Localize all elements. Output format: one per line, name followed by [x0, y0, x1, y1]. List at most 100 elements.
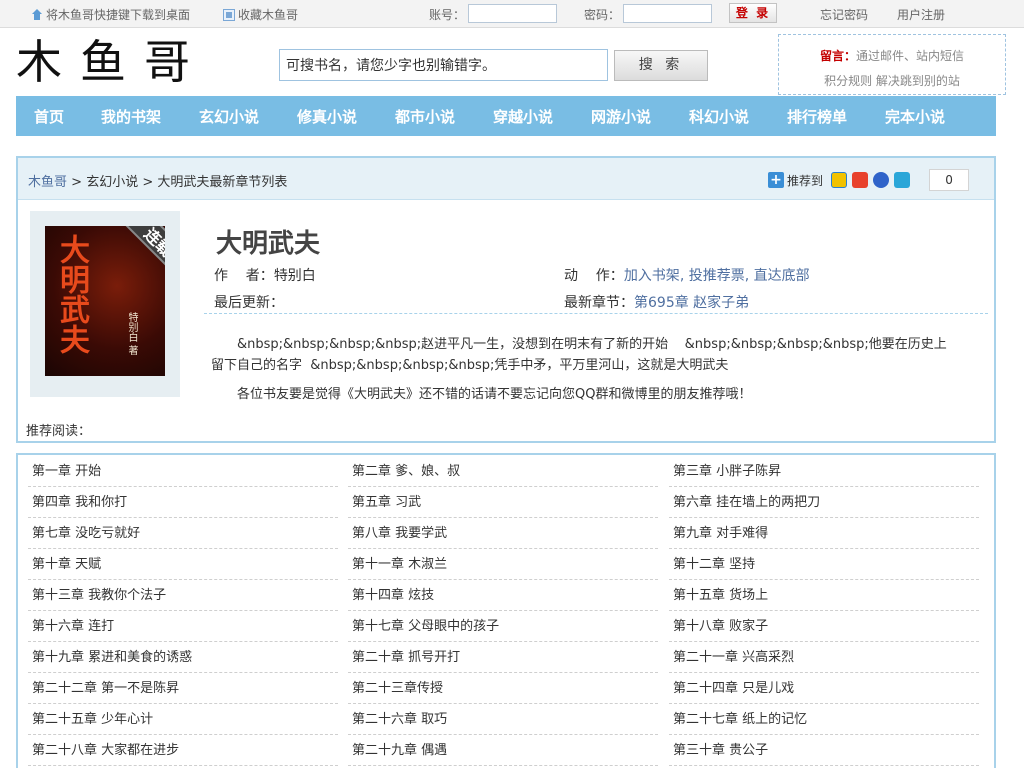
breadcrumb-separator: > — [138, 175, 158, 190]
chapter-link[interactable]: 第八章 我要学武 — [348, 518, 658, 549]
chapter-list: 第一章 开始 第二章 爹、娘、叔 第三章 小胖子陈昇第四章 我和你打 第五章 习武 第六… — [16, 453, 996, 768]
nav-item-home[interactable]: 首页 — [16, 96, 82, 136]
chapter-link[interactable]: 第二十二章 第一不是陈昇 — [28, 673, 338, 704]
nav-item-completed[interactable]: 完本小说 — [866, 96, 964, 136]
chapter-link[interactable]: 第二十九章 偶遇 — [348, 735, 658, 766]
chapter-link[interactable]: 第二十章 抓号开打 — [348, 642, 658, 673]
share-plus-icon[interactable]: + — [768, 172, 784, 188]
shortcut-label: 将木鱼哥快捷键下载到桌面 — [46, 8, 191, 22]
author-name: 特别白 — [273, 268, 316, 284]
nav-item-xuanhuan[interactable]: 玄幻小说 — [180, 96, 278, 136]
register-link[interactable]: 用户注册 — [897, 6, 945, 23]
vote-link[interactable]: 投推荐票 — [689, 268, 745, 284]
latest-label: 最新章节： — [564, 295, 634, 311]
share-count: 0 — [929, 169, 970, 191]
chapter-link[interactable]: 第十三章 我教你个法子 — [28, 580, 338, 611]
search-button[interactable]: 搜 索 — [614, 50, 708, 81]
chapter-link[interactable]: 第九章 对手难得 — [669, 518, 979, 549]
chapter-link[interactable]: 第二十四章 只是儿戏 — [669, 673, 979, 704]
nav-item-wangyou[interactable]: 网游小说 — [572, 96, 670, 136]
login-button[interactable]: 登 录 — [729, 3, 777, 23]
account-input[interactable] — [468, 4, 557, 23]
status-ribbon: 连载中 — [116, 226, 165, 296]
bookmark-icon — [223, 8, 235, 21]
actions-row: 动 作：加入书架, 投推荐票, 直达底部 — [564, 268, 810, 284]
book-intro: &nbsp;&nbsp;&nbsp;&nbsp;赵进平凡一生，没想到在明末有了新… — [211, 334, 956, 405]
chapter-link[interactable]: 第三十章 贵公子 — [669, 735, 979, 766]
chapter-link[interactable]: 第十一章 木淑兰 — [348, 549, 658, 580]
home-icon — [31, 8, 43, 21]
breadcrumb-separator: > — [67, 175, 87, 190]
qzone-icon[interactable] — [831, 172, 848, 188]
actions-label: 动 作： — [564, 268, 624, 284]
chapter-link[interactable]: 第一章 开始 — [28, 456, 338, 487]
divider — [204, 313, 988, 314]
breadcrumb: 木鱼哥 > 玄幻小说 > 大明武夫最新章节列表 + 推荐到 0 — [18, 158, 994, 200]
notice-line1[interactable]: 通过邮件、站内短信 — [856, 49, 964, 63]
tencent-weibo-icon[interactable] — [894, 172, 911, 188]
breadcrumb-category[interactable]: 玄幻小说 — [86, 175, 138, 190]
favorite-label: 收藏木鱼哥 — [238, 8, 299, 22]
chapter-link[interactable]: 第十八章 败家子 — [669, 611, 979, 642]
forgot-password-link[interactable]: 忘记密码 — [820, 6, 868, 23]
nav-item-dushi[interactable]: 都市小说 — [376, 96, 474, 136]
chapter-link[interactable]: 第十七章 父母眼中的孩子 — [348, 611, 658, 642]
chapter-link[interactable]: 第七章 没吃亏就好 — [28, 518, 338, 549]
favorite-link[interactable]: 收藏木鱼哥 — [223, 6, 298, 23]
notice-box: 留言：通过邮件、站内短信 积分规则 解决跳到别的站 — [778, 34, 1006, 95]
updated-row: 最后更新： — [214, 292, 284, 312]
cover-title: 大明武夫 — [54, 234, 89, 354]
nav-item-ranking[interactable]: 排行榜单 — [768, 96, 866, 136]
site-logo[interactable]: 木鱼哥 — [16, 34, 208, 90]
shortcut-link[interactable]: 将木鱼哥快捷键下载到桌面 — [31, 6, 190, 23]
notice-title: 留言： — [819, 49, 856, 63]
add-to-shelf-link[interactable]: 加入书架 — [624, 268, 680, 284]
book-cover-frame: 大明武夫 特别白 著 连载中 — [30, 211, 180, 397]
password-label: 密码： — [584, 8, 621, 22]
author-label: 作 者： — [214, 268, 274, 284]
chapter-link[interactable]: 第十九章 累进和美食的诱惑 — [28, 642, 338, 673]
share-label[interactable]: 推荐到 — [787, 172, 823, 189]
search-input[interactable] — [279, 49, 608, 81]
book-info-box: 木鱼哥 > 玄幻小说 > 大明武夫最新章节列表 + 推荐到 0 大明武夫 特别白… — [16, 156, 996, 443]
chapter-link[interactable]: 第十六章 连打 — [28, 611, 338, 642]
nav-item-bookshelf[interactable]: 我的书架 — [82, 96, 180, 136]
chapter-link[interactable]: 第十五章 货场上 — [669, 580, 979, 611]
password-input[interactable] — [623, 4, 712, 23]
jump-bottom-link[interactable]: 直达底部 — [754, 268, 810, 284]
cover-author: 特别白 著 — [126, 312, 137, 356]
chapter-link[interactable]: 第二十七章 纸上的记忆 — [669, 704, 979, 735]
chapter-link[interactable]: 第二十一章 兴高采烈 — [669, 642, 979, 673]
book-title: 大明武夫 — [216, 229, 321, 259]
chapter-link[interactable]: 第二十三章传授 — [348, 673, 658, 704]
notice-line2[interactable]: 积分规则 解决跳到别的站 — [779, 69, 1005, 94]
latest-chapter-link[interactable]: 第695章 赵家子弟 — [634, 295, 749, 311]
top-bar: 将木鱼哥快捷键下载到桌面 收藏木鱼哥 账号： 密码： 登 录 忘记密码 用户注册 — [0, 0, 1024, 28]
chapter-link[interactable]: 第二十八章 大家都在进步 — [28, 735, 338, 766]
main-nav: 首页 我的书架 玄幻小说 修真小说 都市小说 穿越小说 网游小说 科幻小说 排行… — [16, 96, 996, 136]
recommend-label: 推荐阅读： — [26, 424, 92, 439]
account-label: 账号： — [429, 8, 466, 22]
nav-item-xiuzhen[interactable]: 修真小说 — [278, 96, 376, 136]
chapter-link[interactable]: 第五章 习武 — [348, 487, 658, 518]
book-cover: 大明武夫 特别白 著 连载中 — [45, 226, 165, 376]
breadcrumb-current: 大明武夫最新章节列表 — [157, 175, 288, 190]
baidu-icon[interactable] — [873, 172, 890, 188]
chapter-link[interactable]: 第四章 我和你打 — [28, 487, 338, 518]
share-bar: + 推荐到 0 — [768, 169, 970, 191]
chapter-link[interactable]: 第二十五章 少年心计 — [28, 704, 338, 735]
nav-item-kehuan[interactable]: 科幻小说 — [670, 96, 768, 136]
chapter-link[interactable]: 第十二章 坚持 — [669, 549, 979, 580]
chapter-link[interactable]: 第二十六章 取巧 — [348, 704, 658, 735]
weibo-icon[interactable] — [852, 172, 869, 188]
chapter-link[interactable]: 第三章 小胖子陈昇 — [669, 456, 979, 487]
updated-label: 最后更新： — [214, 295, 284, 311]
chapter-link[interactable]: 第二章 爹、娘、叔 — [348, 456, 658, 487]
nav-item-chuanyue[interactable]: 穿越小说 — [474, 96, 572, 136]
chapter-link[interactable]: 第十四章 炫技 — [348, 580, 658, 611]
chapter-link[interactable]: 第六章 挂在墙上的两把刀 — [669, 487, 979, 518]
latest-row: 最新章节：第695章 赵家子弟 — [564, 292, 749, 312]
author-row: 作 者：特别白 — [214, 265, 316, 285]
chapter-link[interactable]: 第十章 天赋 — [28, 549, 338, 580]
breadcrumb-home[interactable]: 木鱼哥 — [28, 175, 67, 190]
